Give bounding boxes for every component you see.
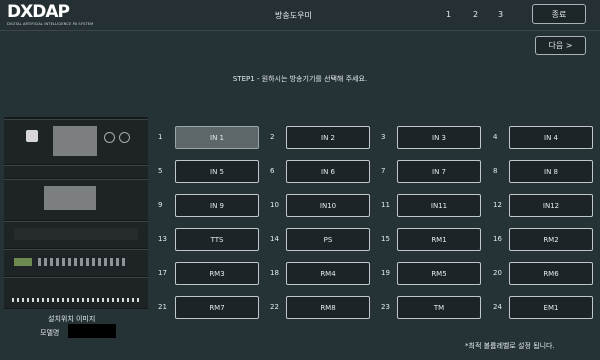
channel-number: 7 bbox=[381, 167, 386, 175]
step-indicator-1: 1 bbox=[446, 10, 452, 19]
channel-number: 24 bbox=[493, 303, 502, 311]
channel-number: 12 bbox=[493, 201, 502, 209]
display-screen bbox=[44, 186, 96, 210]
channel-number: 4 bbox=[493, 133, 498, 141]
channel-button[interactable]: IN 2 bbox=[286, 126, 370, 149]
channel-button[interactable]: RM3 bbox=[175, 262, 259, 285]
logo-text: DXDAP bbox=[7, 2, 70, 22]
step-indicator-2: 2 bbox=[473, 10, 479, 19]
channel-number: 1 bbox=[158, 133, 163, 141]
connector-icon bbox=[119, 132, 130, 143]
logo-subtext: DIGITAL ARTIFICIAL INTELLIGENCE PA SYSTE… bbox=[7, 22, 94, 26]
channel-button[interactable]: TTS bbox=[175, 228, 259, 251]
page-title: 방송도우미 bbox=[275, 11, 312, 20]
channel-button[interactable]: RM8 bbox=[286, 296, 370, 319]
rack-unit-blank bbox=[4, 165, 148, 178]
connector-icon bbox=[104, 132, 115, 143]
channel-button[interactable]: RM2 bbox=[509, 228, 593, 251]
channel-button[interactable]: RM6 bbox=[509, 262, 593, 285]
channel-number: 11 bbox=[381, 201, 390, 209]
button-row bbox=[38, 258, 128, 266]
header-divider bbox=[0, 30, 600, 31]
top-bar: DXDAP DIGITAL ARTIFICIAL INTELLIGENCE PA… bbox=[0, 0, 600, 30]
step-indicator-3: 3 bbox=[498, 10, 504, 19]
channel-button[interactable]: IN 5 bbox=[175, 160, 259, 183]
channel-button[interactable]: RM4 bbox=[286, 262, 370, 285]
channel-button[interactable]: IN10 bbox=[286, 194, 370, 217]
rack-unit-amplifier bbox=[4, 277, 148, 308]
channel-button[interactable]: IN 9 bbox=[175, 194, 259, 217]
channel-number: 6 bbox=[270, 167, 275, 175]
channel-button[interactable]: IN11 bbox=[397, 194, 481, 217]
channel-button[interactable]: IN 7 bbox=[397, 160, 481, 183]
channel-number: 23 bbox=[381, 303, 390, 311]
channel-number: 21 bbox=[158, 303, 167, 311]
channel-number: 10 bbox=[270, 201, 279, 209]
channel-button[interactable]: TM bbox=[397, 296, 481, 319]
channel-button[interactable]: IN 8 bbox=[509, 160, 593, 183]
lcd-screen bbox=[53, 126, 97, 156]
panel-strip bbox=[14, 228, 138, 240]
channel-number: 16 bbox=[493, 235, 502, 243]
channel-number: 18 bbox=[270, 269, 279, 277]
close-button[interactable]: 종료 bbox=[532, 4, 586, 24]
brand-logo: DXDAP DIGITAL ARTIFICIAL INTELLIGENCE PA… bbox=[7, 3, 107, 27]
channel-number: 13 bbox=[158, 235, 167, 243]
channel-button[interactable]: EM1 bbox=[509, 296, 593, 319]
channel-number: 2 bbox=[270, 133, 275, 141]
channel-number: 17 bbox=[158, 269, 167, 277]
next-button[interactable]: 다음 > bbox=[535, 36, 586, 55]
model-name-value bbox=[68, 324, 116, 338]
channel-number: 22 bbox=[270, 303, 279, 311]
channel-button[interactable]: IN 4 bbox=[509, 126, 593, 149]
channel-button[interactable]: PS bbox=[286, 228, 370, 251]
channel-number: 3 bbox=[381, 133, 386, 141]
led-strip bbox=[12, 298, 140, 302]
model-name-label: 모델명 bbox=[40, 329, 60, 337]
channel-number: 5 bbox=[158, 167, 163, 175]
rack-unit-display bbox=[4, 179, 148, 220]
channel-number: 19 bbox=[381, 269, 390, 277]
channel-button[interactable]: IN 6 bbox=[286, 160, 370, 183]
footnote-text: *최적 볼륨레벨로 설정 됩니다. bbox=[465, 342, 555, 350]
rack-unit-panel bbox=[4, 221, 148, 248]
channel-button[interactable]: IN 1 bbox=[175, 126, 259, 149]
rack-unit-matrix bbox=[4, 249, 148, 276]
channel-button[interactable]: RM5 bbox=[397, 262, 481, 285]
rack-unit-controller bbox=[4, 119, 148, 164]
step-instruction: STEP1 - 원하시는 방송기기를 선택해 주세요. bbox=[232, 75, 368, 83]
channel-number: 15 bbox=[381, 235, 390, 243]
status-led bbox=[14, 258, 32, 266]
key-switch-icon bbox=[26, 130, 38, 142]
channel-button[interactable]: RM1 bbox=[397, 228, 481, 251]
channel-number: 20 bbox=[493, 269, 502, 277]
channel-button[interactable]: IN 3 bbox=[397, 126, 481, 149]
channel-number: 8 bbox=[493, 167, 498, 175]
install-location-label: 설치위치 이미지 bbox=[48, 315, 96, 323]
channel-button[interactable]: RM7 bbox=[175, 296, 259, 319]
channel-number: 9 bbox=[158, 201, 163, 209]
channel-number: 14 bbox=[270, 235, 279, 243]
channel-button[interactable]: IN12 bbox=[509, 194, 593, 217]
device-rack-image bbox=[4, 117, 148, 309]
